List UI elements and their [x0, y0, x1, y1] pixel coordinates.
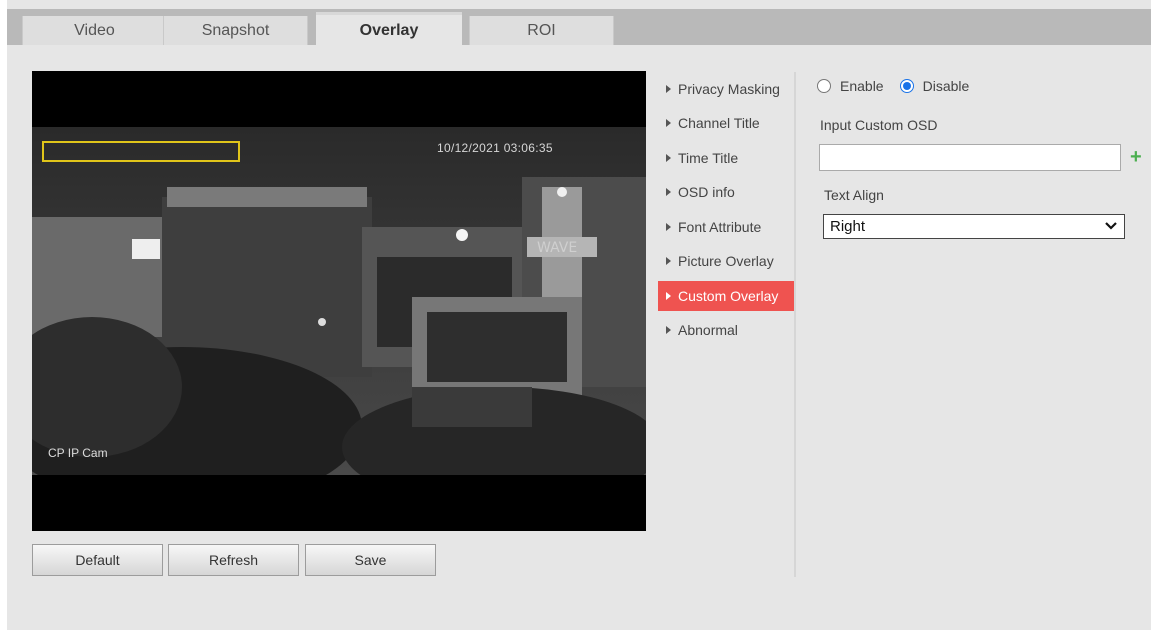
- custom-osd-region-box[interactable]: [42, 141, 240, 162]
- caret-right-icon: [666, 154, 671, 162]
- text-align-select[interactable]: Right: [823, 214, 1125, 239]
- camera-scene-image: WAVE: [32, 127, 646, 475]
- text-align-label: Text Align: [824, 187, 884, 203]
- disable-label: Disable: [922, 78, 970, 94]
- menu-item-time-title[interactable]: Time Title: [658, 143, 794, 173]
- tab-roi[interactable]: ROI: [469, 16, 614, 45]
- refresh-button[interactable]: Refresh: [168, 544, 299, 576]
- osd-channel-name: CP IP Cam: [48, 446, 108, 460]
- caret-right-icon: [666, 257, 671, 265]
- menu-item-abnormal[interactable]: Abnormal: [658, 315, 794, 345]
- menu-item-font-attribute[interactable]: Font Attribute: [658, 212, 794, 242]
- enable-label: Enable: [840, 78, 884, 94]
- add-icon[interactable]: +: [1130, 145, 1142, 169]
- caret-right-icon: [666, 326, 671, 334]
- custom-osd-input[interactable]: [819, 144, 1121, 171]
- save-button[interactable]: Save: [305, 544, 436, 576]
- chevron-down-icon: [1105, 222, 1117, 230]
- caret-right-icon: [666, 223, 671, 231]
- disable-radio[interactable]: [899, 79, 914, 93]
- caret-right-icon: [666, 85, 671, 93]
- caret-right-icon: [666, 292, 671, 300]
- menu-item-picture-overlay[interactable]: Picture Overlay: [658, 246, 794, 276]
- svg-text:WAVE: WAVE: [537, 240, 577, 256]
- menu-item-privacy-masking[interactable]: Privacy Masking: [658, 74, 794, 104]
- enable-radio[interactable]: [817, 79, 831, 93]
- tab-video[interactable]: Video: [22, 16, 167, 45]
- menu-item-channel-title[interactable]: Channel Title: [658, 108, 794, 138]
- menu-item-osd-info[interactable]: OSD info: [658, 177, 794, 207]
- text-align-value: Right: [830, 218, 866, 235]
- enable-disable-group: Enable Disable: [817, 78, 969, 94]
- menu-item-custom-overlay[interactable]: Custom Overlay: [658, 281, 794, 311]
- tab-snapshot[interactable]: Snapshot: [163, 16, 308, 45]
- panel-divider: [794, 72, 796, 577]
- input-custom-osd-label: Input Custom OSD: [820, 117, 938, 133]
- caret-right-icon: [666, 119, 671, 127]
- video-preview[interactable]: WAVE 10/12/2021 03:06:35 CP IP Cam: [32, 71, 646, 531]
- caret-right-icon: [666, 188, 671, 196]
- default-button[interactable]: Default: [32, 544, 163, 576]
- tab-overlay[interactable]: Overlay: [316, 12, 462, 47]
- osd-timestamp: 10/12/2021 03:06:35: [437, 141, 553, 155]
